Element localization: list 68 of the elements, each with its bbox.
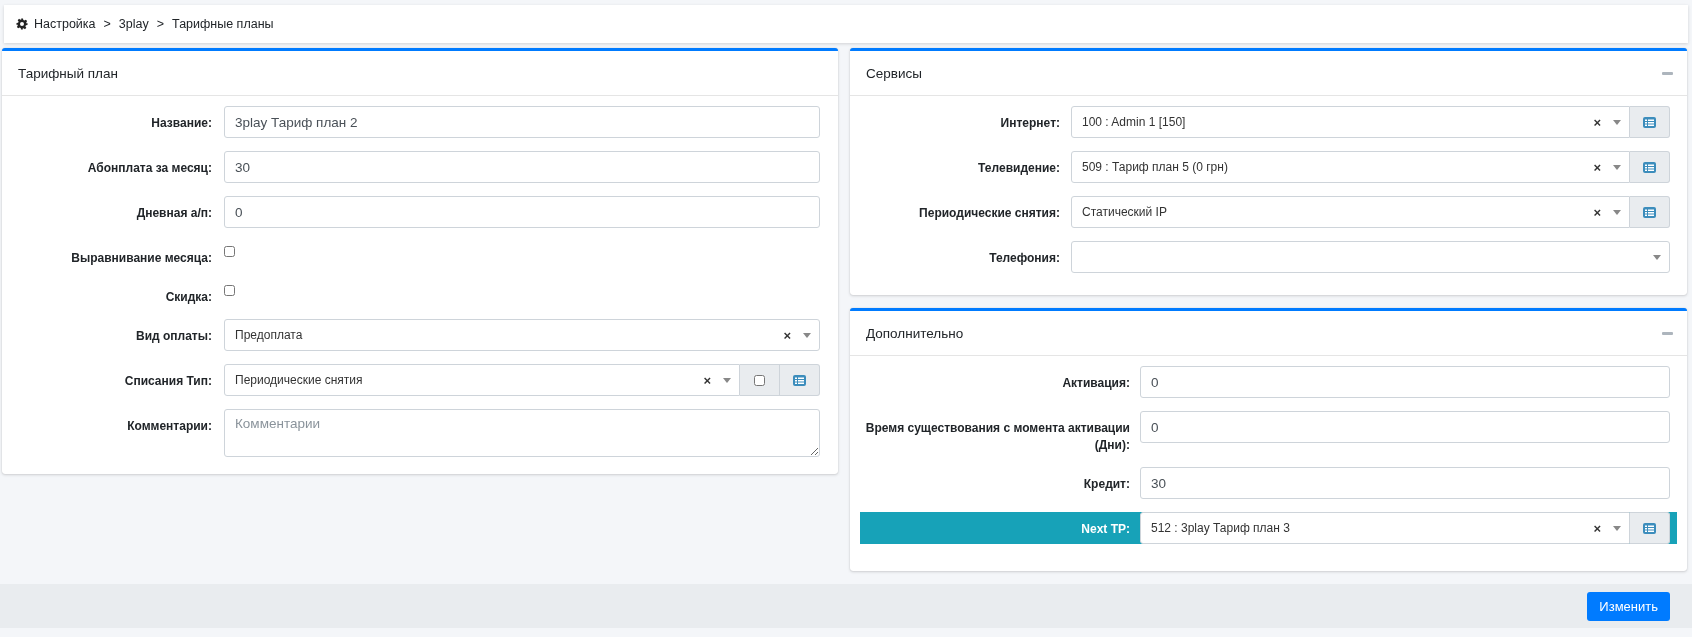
field-label: Вид оплаты: (135, 328, 212, 345)
collapse-button[interactable] (1662, 71, 1673, 75)
field-label: Next TP: (1080, 521, 1130, 538)
input-field[interactable]: 0 (1140, 366, 1670, 398)
field-label: Комментарии: (126, 418, 212, 435)
select-field[interactable]: 512 : 3play Тариф план 3 × (1140, 512, 1630, 544)
select-field[interactable]: Периодические снятия × (224, 364, 740, 396)
caret-icon (1613, 209, 1621, 215)
list-button[interactable] (1630, 106, 1670, 138)
checkbox[interactable] (224, 246, 235, 257)
field-label: Периодические снятия: (918, 205, 1060, 222)
breadcrumb-link[interactable]: Тарифные планы (172, 17, 274, 31)
clear-icon[interactable]: × (1593, 159, 1601, 175)
field-label: Активация: (1061, 375, 1130, 392)
select-field[interactable]: 100 : Admin 1 [150] × (1071, 106, 1630, 138)
caret-icon (1613, 119, 1621, 125)
field-label: Выравнивание месяца: (70, 250, 212, 267)
breadcrumb-separator: > (102, 17, 112, 31)
list-icon (793, 374, 806, 386)
select-field[interactable] (1071, 241, 1670, 273)
caret-icon (1613, 164, 1621, 170)
field-label: Абонплата за месяц: (86, 160, 212, 177)
caret-icon (1613, 525, 1621, 531)
field-label: Скидка: (164, 289, 212, 306)
select-field[interactable]: Статический IP × (1071, 196, 1630, 228)
comment-field[interactable]: Комментарии (224, 409, 820, 457)
checkbox[interactable] (224, 285, 235, 296)
clear-icon[interactable]: × (1593, 204, 1601, 220)
caret-icon (1653, 254, 1661, 260)
collapse-button[interactable] (1662, 331, 1673, 335)
breadcrumb-separator: > (155, 17, 166, 31)
input-field[interactable]: 3play Тариф план 2 (224, 106, 820, 138)
checkbox[interactable] (754, 374, 765, 386)
settings-icon (16, 18, 28, 30)
select-field[interactable]: 509 : Тариф план 5 (0 грн) × (1071, 151, 1630, 183)
field-label: Телефония: (988, 250, 1060, 267)
breadcrumb-link[interactable]: 3play (118, 17, 149, 31)
list-button[interactable] (1630, 151, 1670, 183)
list-icon (1643, 161, 1656, 173)
clear-icon[interactable]: × (783, 327, 791, 343)
field-label: Списания Тип: (123, 373, 212, 390)
breadcrumb-link[interactable]: Настройка (34, 17, 96, 31)
field-label: Кредит: (1082, 476, 1130, 493)
list-button[interactable] (1630, 512, 1670, 544)
list-button[interactable] (780, 364, 820, 396)
panel-title: Дополнительно (866, 325, 964, 341)
input-field[interactable]: 0 (224, 196, 820, 228)
list-button[interactable] (1630, 196, 1670, 228)
panel-title: Тарифный план (18, 65, 118, 81)
input-field[interactable]: 30 (224, 151, 820, 183)
field-label: Название: (150, 115, 212, 132)
field-label: Дневная а/п: (135, 205, 212, 222)
field-label: Время существования с момента активации (Дни): (864, 420, 1130, 454)
clear-icon[interactable]: × (1593, 520, 1601, 536)
field-label: Телевидение: (977, 160, 1060, 177)
list-icon (1643, 522, 1656, 534)
submit-button[interactable]: Изменить (1587, 591, 1670, 621)
caret-icon (803, 332, 811, 338)
clear-icon[interactable]: × (703, 372, 711, 388)
caret-icon (723, 377, 731, 383)
clear-icon[interactable]: × (1593, 114, 1601, 130)
field-label: Интернет: (999, 115, 1060, 132)
panel-title: Сервисы (866, 65, 922, 81)
input-field[interactable]: 30 (1140, 467, 1670, 499)
list-icon (1643, 206, 1656, 218)
list-icon (1643, 116, 1656, 128)
input-field[interactable]: 0 (1140, 411, 1670, 443)
select-field[interactable]: Предоплата × (224, 319, 820, 351)
